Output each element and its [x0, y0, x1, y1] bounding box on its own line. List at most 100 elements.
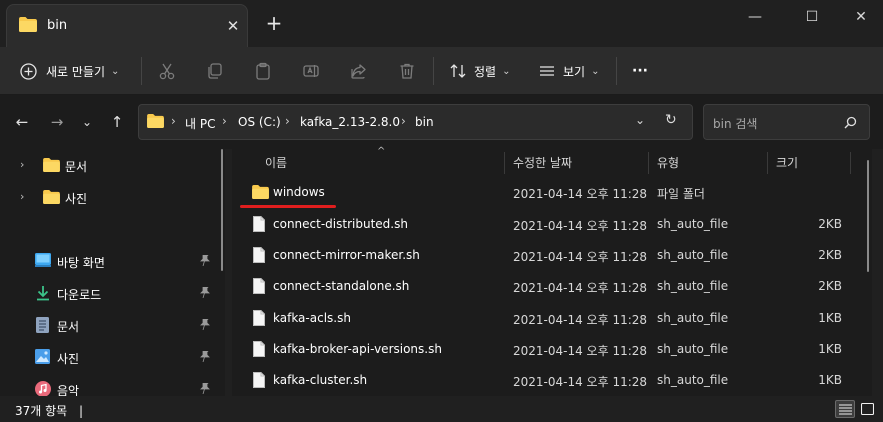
search-box[interactable]: bin 검색: [703, 104, 870, 140]
file-list-scrollbar[interactable]: [867, 160, 869, 272]
large-icons-view-button[interactable]: [858, 400, 878, 418]
sidebar-scrollbar[interactable]: [221, 149, 223, 271]
pin-icon[interactable]: [200, 350, 210, 365]
new-button[interactable]: 새로 만들기 ⌄: [20, 57, 119, 85]
chevron-down-icon: ⌄: [591, 65, 600, 77]
delete-button[interactable]: [398, 57, 416, 85]
maximize-button[interactable]: ☐: [797, 6, 827, 30]
chevron-right-icon[interactable]: ›: [20, 190, 24, 203]
file-list: ^ 이름 수정한 날짜 유형 크기 windows 2021-04-14 오후 …: [232, 146, 872, 396]
up-button[interactable]: ↑: [104, 109, 130, 135]
file-row[interactable]: kafka-acls.sh 2021-04-14 오후 11:28 sh_aut…: [232, 303, 872, 334]
file-row[interactable]: kafka-cluster.sh 2021-04-14 오후 11:28 sh_…: [232, 365, 872, 396]
file-row[interactable]: kafka-broker-api-versions.sh 2021-04-14 …: [232, 334, 872, 365]
rename-button[interactable]: [302, 57, 320, 85]
breadcrumb-this-pc[interactable]: 내 PC: [185, 115, 215, 132]
trash-icon: [398, 62, 416, 80]
text-cursor: |: [79, 404, 84, 418]
pin-icon[interactable]: [200, 254, 210, 269]
file-name: kafka-cluster.sh: [273, 373, 368, 387]
breadcrumb-kafka[interactable]: kafka_2.13-2.8.0: [300, 115, 400, 129]
view-list-icon: [538, 62, 556, 80]
file-row-windows[interactable]: windows 2021-04-14 오후 11:28 파일 폴더: [232, 177, 872, 208]
column-divider[interactable]: [767, 152, 768, 174]
file-name: kafka-broker-api-versions.sh: [273, 342, 442, 356]
column-divider[interactable]: [648, 152, 649, 174]
sidebar-item-label: 사진: [57, 352, 80, 366]
breadcrumb-bin[interactable]: bin: [415, 115, 434, 129]
red-underline-annotation: [240, 205, 336, 208]
forward-button[interactable]: →: [44, 109, 70, 135]
file-row[interactable]: connect-distributed.sh 2021-04-14 오후 11:…: [232, 209, 872, 240]
thumbnail-view-icon: [860, 402, 875, 418]
new-tab-button[interactable]: +: [262, 12, 286, 36]
chevron-down-icon: ⌄: [111, 65, 120, 77]
sidebar-item-documents-folder[interactable]: › 문서: [0, 150, 225, 180]
sidebar-item-pictures-folder[interactable]: › 사진: [0, 182, 225, 212]
file-size: 2KB: [818, 248, 842, 262]
file-date: 2021-04-14 오후 11:28: [513, 313, 648, 327]
rename-icon: [302, 62, 320, 80]
column-header-name[interactable]: 이름: [265, 154, 287, 171]
download-icon: [35, 285, 51, 304]
details-view-button[interactable]: [835, 400, 855, 418]
sidebar-item-label: 다운로드: [57, 288, 102, 302]
back-button[interactable]: ←: [9, 109, 35, 135]
sidebar-item-desktop[interactable]: 바탕 화면: [0, 246, 225, 276]
file-name: kafka-acls.sh: [273, 311, 351, 325]
item-count-label: 37개 항목: [15, 404, 68, 418]
pin-icon[interactable]: [200, 286, 210, 301]
sidebar-item-downloads[interactable]: 다운로드: [0, 278, 225, 308]
file-row[interactable]: connect-mirror-maker.sh 2021-04-14 오후 11…: [232, 240, 872, 271]
sidebar-item-label: 문서: [65, 160, 88, 174]
copy-icon: [206, 62, 224, 80]
view-button[interactable]: 보기 ⌄: [538, 57, 599, 85]
column-header-row: ^ 이름 수정한 날짜 유형 크기: [232, 146, 872, 177]
document-icon: [36, 317, 49, 336]
minimize-button[interactable]: —: [740, 6, 770, 30]
search-icon[interactable]: [844, 116, 857, 132]
refresh-icon[interactable]: ↻: [665, 112, 677, 128]
file-row[interactable]: connect-standalone.sh 2021-04-14 오후 11:2…: [232, 271, 872, 302]
address-bar[interactable]: › 내 PC › OS (C:) › kafka_2.13-2.8.0 › bi…: [138, 104, 693, 140]
folder-icon: [43, 190, 60, 207]
folder-icon: [147, 114, 164, 131]
chevron-down-icon: ⌄: [502, 65, 511, 77]
paste-button[interactable]: [254, 57, 272, 85]
column-header-size[interactable]: 크기: [776, 154, 798, 171]
file-icon: [253, 310, 265, 329]
tab-bin[interactable]: bin ✕: [6, 4, 248, 47]
close-window-button[interactable]: ✕: [846, 6, 876, 30]
breadcrumb-os-c[interactable]: OS (C:): [238, 115, 281, 129]
tab-close-icon[interactable]: ✕: [221, 14, 245, 38]
breadcrumb-separator: ›: [401, 114, 406, 128]
file-type: sh_auto_file: [657, 248, 729, 262]
pictures-icon: [35, 349, 50, 367]
column-header-type[interactable]: 유형: [657, 154, 679, 171]
sort-button[interactable]: 정렬 ⌄: [449, 57, 510, 85]
pin-icon[interactable]: [200, 382, 210, 397]
file-icon: [253, 216, 265, 235]
scissors-icon: [158, 62, 176, 80]
sidebar-item-label: 바탕 화면: [57, 256, 105, 270]
file-size: 2KB: [818, 279, 842, 293]
sidebar-item-documents[interactable]: 문서: [0, 310, 225, 340]
file-icon: [253, 341, 265, 360]
column-divider[interactable]: [504, 152, 505, 174]
file-size: 1KB: [818, 342, 842, 356]
column-header-date[interactable]: 수정한 날짜: [513, 154, 572, 171]
file-size: 1KB: [818, 311, 842, 325]
pin-icon[interactable]: [200, 318, 210, 333]
file-name: connect-distributed.sh: [273, 217, 408, 231]
sidebar-item-pictures[interactable]: 사진: [0, 342, 225, 372]
share-button[interactable]: [350, 57, 368, 85]
divider: [616, 57, 617, 85]
cut-button[interactable]: [158, 57, 176, 85]
share-icon: [350, 62, 368, 80]
column-divider[interactable]: [850, 152, 851, 174]
more-options-button[interactable]: ···: [632, 57, 648, 85]
copy-button[interactable]: [206, 57, 224, 85]
recent-locations-button[interactable]: ⌄: [74, 109, 100, 135]
address-dropdown-icon[interactable]: ⌄: [635, 113, 645, 127]
chevron-right-icon[interactable]: ›: [20, 158, 24, 171]
